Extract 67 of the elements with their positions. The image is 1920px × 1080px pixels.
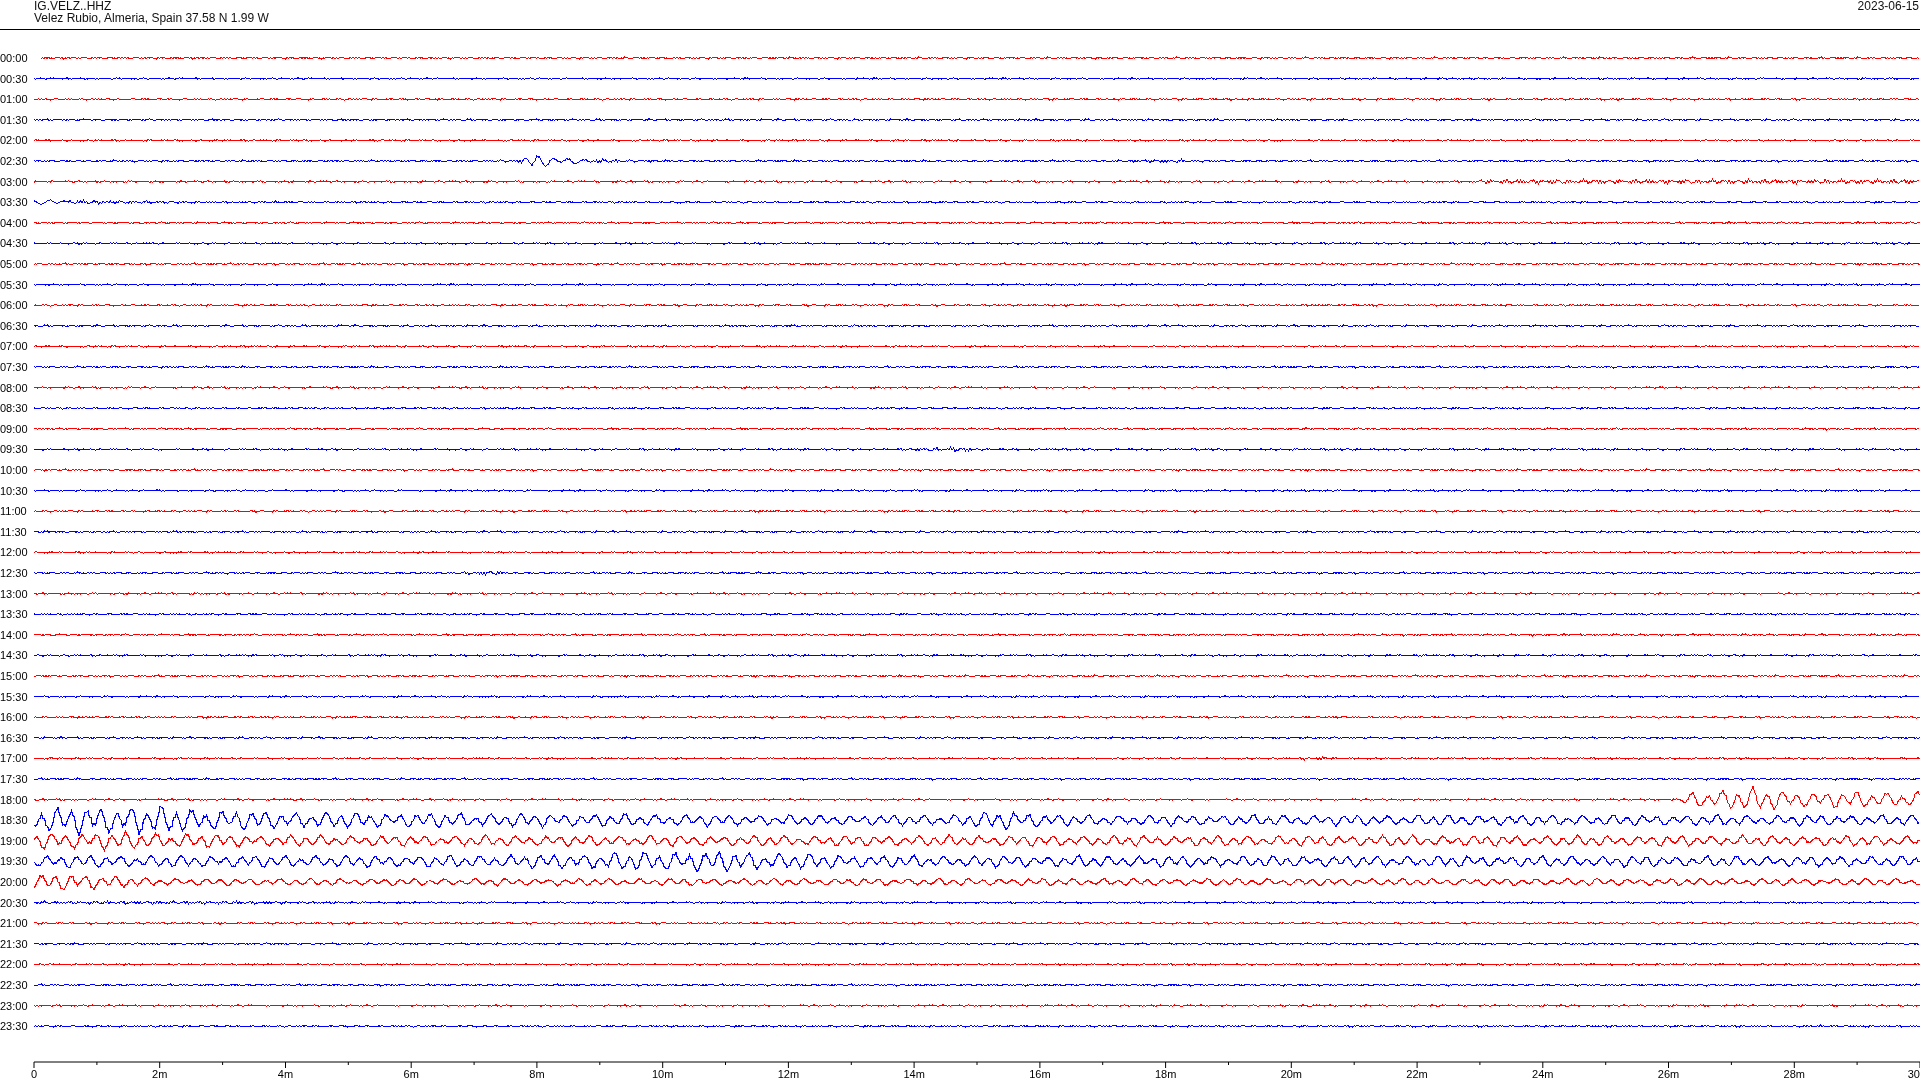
time-label: 19:00 [0, 834, 28, 847]
time-label: 06:30 [0, 319, 28, 332]
time-label: 01:00 [0, 93, 28, 106]
time-label: 02:30 [0, 155, 28, 167]
time-label: 10:00 [0, 464, 28, 476]
time-label: 20:00 [0, 876, 28, 888]
time-label: 00:30 [0, 72, 28, 85]
axis-tick-label: 26m [1657, 1068, 1680, 1079]
time-label: 21:30 [0, 937, 28, 950]
time-label: 14:30 [0, 649, 28, 662]
time-label: 03:00 [0, 175, 28, 188]
time-label: 22:00 [0, 958, 28, 971]
axis-tick-label: 6m [403, 1068, 419, 1079]
time-label: 14:00 [0, 628, 28, 641]
time-label: 09:30 [0, 443, 28, 456]
axis-tick-label: 14m [903, 1068, 925, 1079]
axis-tick-label: 10m [651, 1068, 674, 1079]
time-label: 15:00 [0, 670, 28, 682]
time-label: 11:00 [0, 505, 27, 518]
time-label: 07:00 [0, 340, 28, 353]
time-label: 13:00 [0, 587, 28, 600]
axis-tick-label: 22m [1406, 1068, 1428, 1079]
axis-tick-label: 12m [777, 1068, 800, 1079]
time-label: 12:00 [0, 546, 28, 559]
time-label: 08:00 [0, 381, 28, 394]
station-location: Velez Rubio, Almeria, Spain 37.58 N 1.99 W [34, 12, 269, 24]
time-label: 09:00 [0, 422, 28, 435]
axis-tick-label: 20m [1280, 1068, 1303, 1079]
time-label: 15:30 [0, 690, 28, 703]
axis-tick-label: 28m [1783, 1068, 1805, 1079]
station-code: IG.VELZ..HHZ [34, 0, 113, 12]
axis-tick-label: 16m [1029, 1068, 1051, 1079]
axis-tick-label: 30 [1907, 1068, 1920, 1079]
time-label: 20:30 [0, 896, 28, 909]
time-label: 08:30 [0, 402, 28, 415]
time-label: 07:30 [0, 361, 28, 373]
axis-tick-label: 18m [1154, 1068, 1177, 1079]
time-label: 05:00 [0, 258, 28, 270]
time-label: 11:30 [0, 525, 27, 538]
time-label: 13:30 [0, 608, 28, 621]
time-label: 00:00 [0, 52, 28, 64]
time-label: 17:30 [0, 773, 28, 785]
time-label: 18:00 [0, 793, 28, 806]
time-label: 22:30 [0, 979, 28, 991]
axis-tick-label: 4m [277, 1068, 294, 1079]
axis-tick-label: 2m [152, 1068, 168, 1079]
date-label: 2023-06-15 [1857, 0, 1920, 15]
time-label: 06:00 [0, 299, 28, 312]
time-label: 19:30 [0, 855, 28, 868]
time-label: 16:00 [0, 711, 28, 724]
time-label: 05:30 [0, 278, 28, 291]
time-label: 12:30 [0, 567, 28, 579]
axis-tick-label: 0 [31, 1068, 38, 1079]
time-label: 03:30 [0, 196, 28, 209]
axis-tick-label: 24m [1532, 1068, 1554, 1079]
time-label: 04:00 [0, 216, 28, 229]
time-label: 18:30 [0, 814, 28, 827]
time-label: 17:00 [0, 752, 28, 765]
time-label: 02:00 [0, 134, 28, 147]
axis-tick-label: 8m [529, 1068, 545, 1079]
time-label: 01:30 [0, 113, 28, 126]
time-label: 23:00 [0, 999, 28, 1012]
time-label: 04:30 [0, 237, 28, 250]
time-label: 16:30 [0, 731, 28, 744]
time-label: 10:30 [0, 484, 28, 497]
time-label: 21:00 [0, 917, 28, 930]
time-label: 23:30 [0, 1020, 28, 1033]
